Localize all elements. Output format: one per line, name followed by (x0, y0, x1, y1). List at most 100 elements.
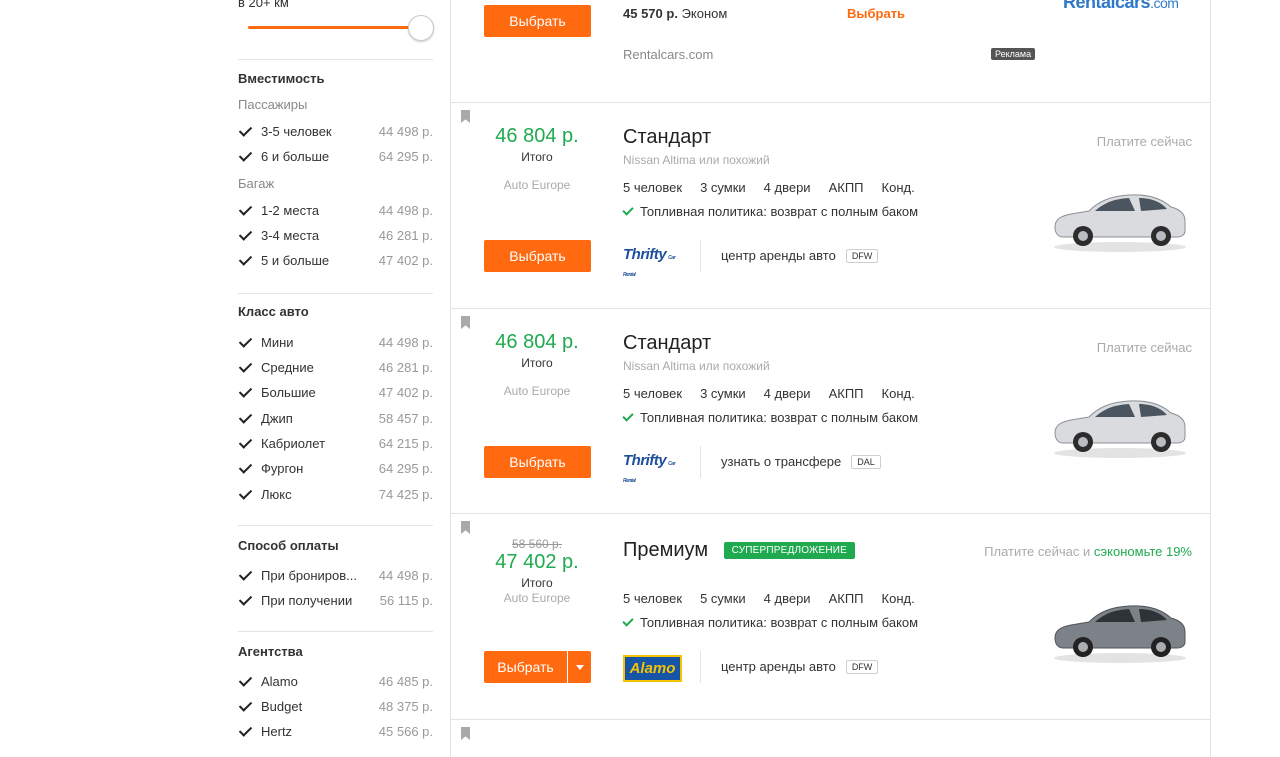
bookmark-icon[interactable] (461, 316, 470, 329)
fuel-policy: Топливная политика: возврат с полным бак… (622, 204, 919, 219)
thrifty-logo: Thrifty Car Rental (623, 452, 681, 484)
checkbox-checked-icon[interactable] (238, 674, 252, 688)
ad-site-name: Rentalcars.com (623, 47, 714, 62)
checkbox-checked-icon[interactable] (238, 149, 252, 163)
filter-pay-on-booking[interactable]: При брониров... 44 498 р. (238, 565, 433, 585)
select-button[interactable]: Выбрать (484, 446, 591, 478)
payment-info-text: Платите сейчас и (984, 544, 1091, 559)
checkbox-checked-icon[interactable] (238, 228, 252, 242)
filter-luggage-1-2[interactable]: 1-2 места 44 498 р. (238, 200, 433, 220)
thrifty-logo: Thrifty Car Rental (623, 246, 681, 278)
checkbox-checked-icon[interactable] (238, 360, 252, 374)
filter-label: 5 и больше (261, 252, 330, 268)
ad-badge: Реклама (991, 48, 1036, 60)
filter-agency-hertz[interactable]: Hertz 45 566 р. (238, 721, 433, 741)
rentalcars-logo[interactable]: Rentalcars.com (1063, 0, 1179, 13)
filter-price: 46 281 р. (378, 227, 433, 243)
filter-price: 46 281 р. (378, 359, 433, 375)
spec-bags: 5 сумки (700, 591, 746, 606)
ad-select-link[interactable]: Выбрать (847, 6, 905, 21)
spec-ac: Конд. (881, 591, 915, 606)
filter-price: 47 402 р. (378, 252, 433, 268)
filter-pay-on-pickup[interactable]: При получении 56 115 р. (238, 590, 433, 610)
filter-label: 6 и больше (261, 148, 330, 164)
filter-price: 46 485 р. (378, 673, 433, 689)
filter-class-large[interactable]: Большие 47 402 р. (238, 382, 433, 402)
filter-class-medium[interactable]: Средние 46 281 р. (238, 357, 433, 377)
filter-luggage-3-4[interactable]: 3-4 места 46 281 р. (238, 225, 433, 245)
pickup-location[interactable]: центр аренды авто DFW (721, 659, 879, 674)
check-icon (622, 410, 634, 422)
filter-label: Alamo (261, 673, 298, 689)
filter-passengers-3-5[interactable]: 3-5 человек 44 498 р. (238, 121, 433, 141)
pickup-location[interactable]: центр аренды авто DFW (721, 248, 879, 263)
car-specs: 5 человек 5 сумки 4 двери АКПП Конд. (623, 591, 933, 606)
bookmark-icon[interactable] (461, 727, 470, 740)
checkbox-checked-icon[interactable] (238, 568, 252, 582)
divider (700, 446, 701, 478)
filter-class-luxury[interactable]: Люкс 74 425 р. (238, 484, 433, 504)
checkbox-checked-icon[interactable] (238, 253, 252, 267)
checkbox-checked-icon[interactable] (238, 385, 252, 399)
filter-price: 64 295 р. (378, 460, 433, 476)
filter-label: Hertz (261, 723, 293, 739)
pickup-location-text: центр аренды авто (721, 248, 836, 263)
capacity-filter-title: Вместимость (238, 71, 325, 86)
filter-price: 48 375 р. (378, 698, 433, 714)
distance-filter-label: в 20+ км (238, 0, 289, 10)
fuel-policy-text: Топливная политика: возврат с полным бак… (640, 204, 919, 219)
ad-select-button[interactable]: Выбрать (484, 5, 591, 37)
filter-luggage-5-plus[interactable]: 5 и больше 47 402 р. (238, 250, 433, 270)
checkbox-checked-icon[interactable] (238, 411, 252, 425)
filter-label: 3-5 человек (261, 123, 332, 139)
price-total-label: Итого (521, 576, 553, 590)
filter-label: Кабриолет (261, 435, 326, 451)
checkbox-checked-icon[interactable] (238, 487, 252, 501)
bookmark-icon[interactable] (461, 110, 470, 123)
spec-doors: 4 двери (763, 591, 811, 606)
car-specs: 5 человек 3 сумки 4 двери АКПП Конд. (623, 386, 933, 401)
checkbox-checked-icon[interactable] (238, 203, 252, 217)
spec-bags: 3 сумки (700, 180, 746, 195)
filter-price: 44 498 р. (378, 123, 433, 139)
select-button[interactable]: Выбрать (484, 240, 591, 272)
checkbox-checked-icon[interactable] (238, 461, 252, 475)
filter-class-convertible[interactable]: Кабриолет 64 215 р. (238, 433, 433, 453)
fuel-policy-text: Топливная политика: возврат с полным бак… (640, 615, 919, 630)
checkbox-checked-icon[interactable] (238, 124, 252, 138)
filter-label: Джип (261, 410, 293, 426)
filter-label: Budget (261, 698, 303, 714)
total-price: 47 402 р. (495, 551, 579, 573)
checkbox-checked-icon[interactable] (238, 699, 252, 713)
price-block: 46 804 р. Итого Auto Europe (483, 125, 591, 192)
distance-slider-handle[interactable] (408, 15, 434, 41)
ad-price-line: 45 570 р. Эконом (623, 6, 727, 21)
checkbox-checked-icon[interactable] (238, 335, 252, 349)
checkbox-checked-icon[interactable] (238, 436, 252, 450)
filter-class-van[interactable]: Фургон 64 295 р. (238, 458, 433, 478)
filter-passengers-6-plus[interactable]: 6 и больше 64 295 р. (238, 146, 433, 166)
select-button[interactable]: Выбрать (484, 651, 567, 683)
checkbox-checked-icon[interactable] (238, 593, 252, 607)
filter-class-suv[interactable]: Джип 58 457 р. (238, 408, 433, 428)
payment-info: Платите сейчас (1096, 134, 1192, 149)
spec-ac: Конд. (881, 180, 915, 195)
checkbox-checked-icon[interactable] (238, 724, 252, 738)
filter-agency-budget[interactable]: Budget 48 375 р. (238, 696, 433, 716)
filter-agency-alamo[interactable]: Alamo 46 485 р. (238, 671, 433, 691)
airport-transfer-info[interactable]: узнать о трансфере DAL (721, 454, 881, 469)
filter-label: Большие (261, 384, 316, 400)
car-image (1054, 400, 1186, 458)
ad-car-class: Эконом (681, 6, 728, 21)
select-dropdown-toggle[interactable] (568, 651, 591, 683)
bookmark-icon[interactable] (461, 521, 470, 534)
fuel-policy-text: Топливная политика: возврат с полным бак… (640, 410, 919, 425)
filter-class-mini[interactable]: Мини 44 498 р. (238, 332, 433, 352)
distance-slider-track[interactable] (248, 26, 418, 29)
filters-sidebar: в 20+ км Вместимость Пассажиры 3-5 челов… (238, 0, 434, 757)
super-deal-badge: СУПЕРПРЕДЛОЖЕНИЕ (723, 542, 856, 559)
car-class-title: Стандарт (623, 332, 712, 354)
booking-agency: Auto Europe (503, 384, 571, 398)
total-price: 46 804 р. (495, 125, 579, 147)
savings-text: сэкономьте 19% (1093, 544, 1192, 559)
